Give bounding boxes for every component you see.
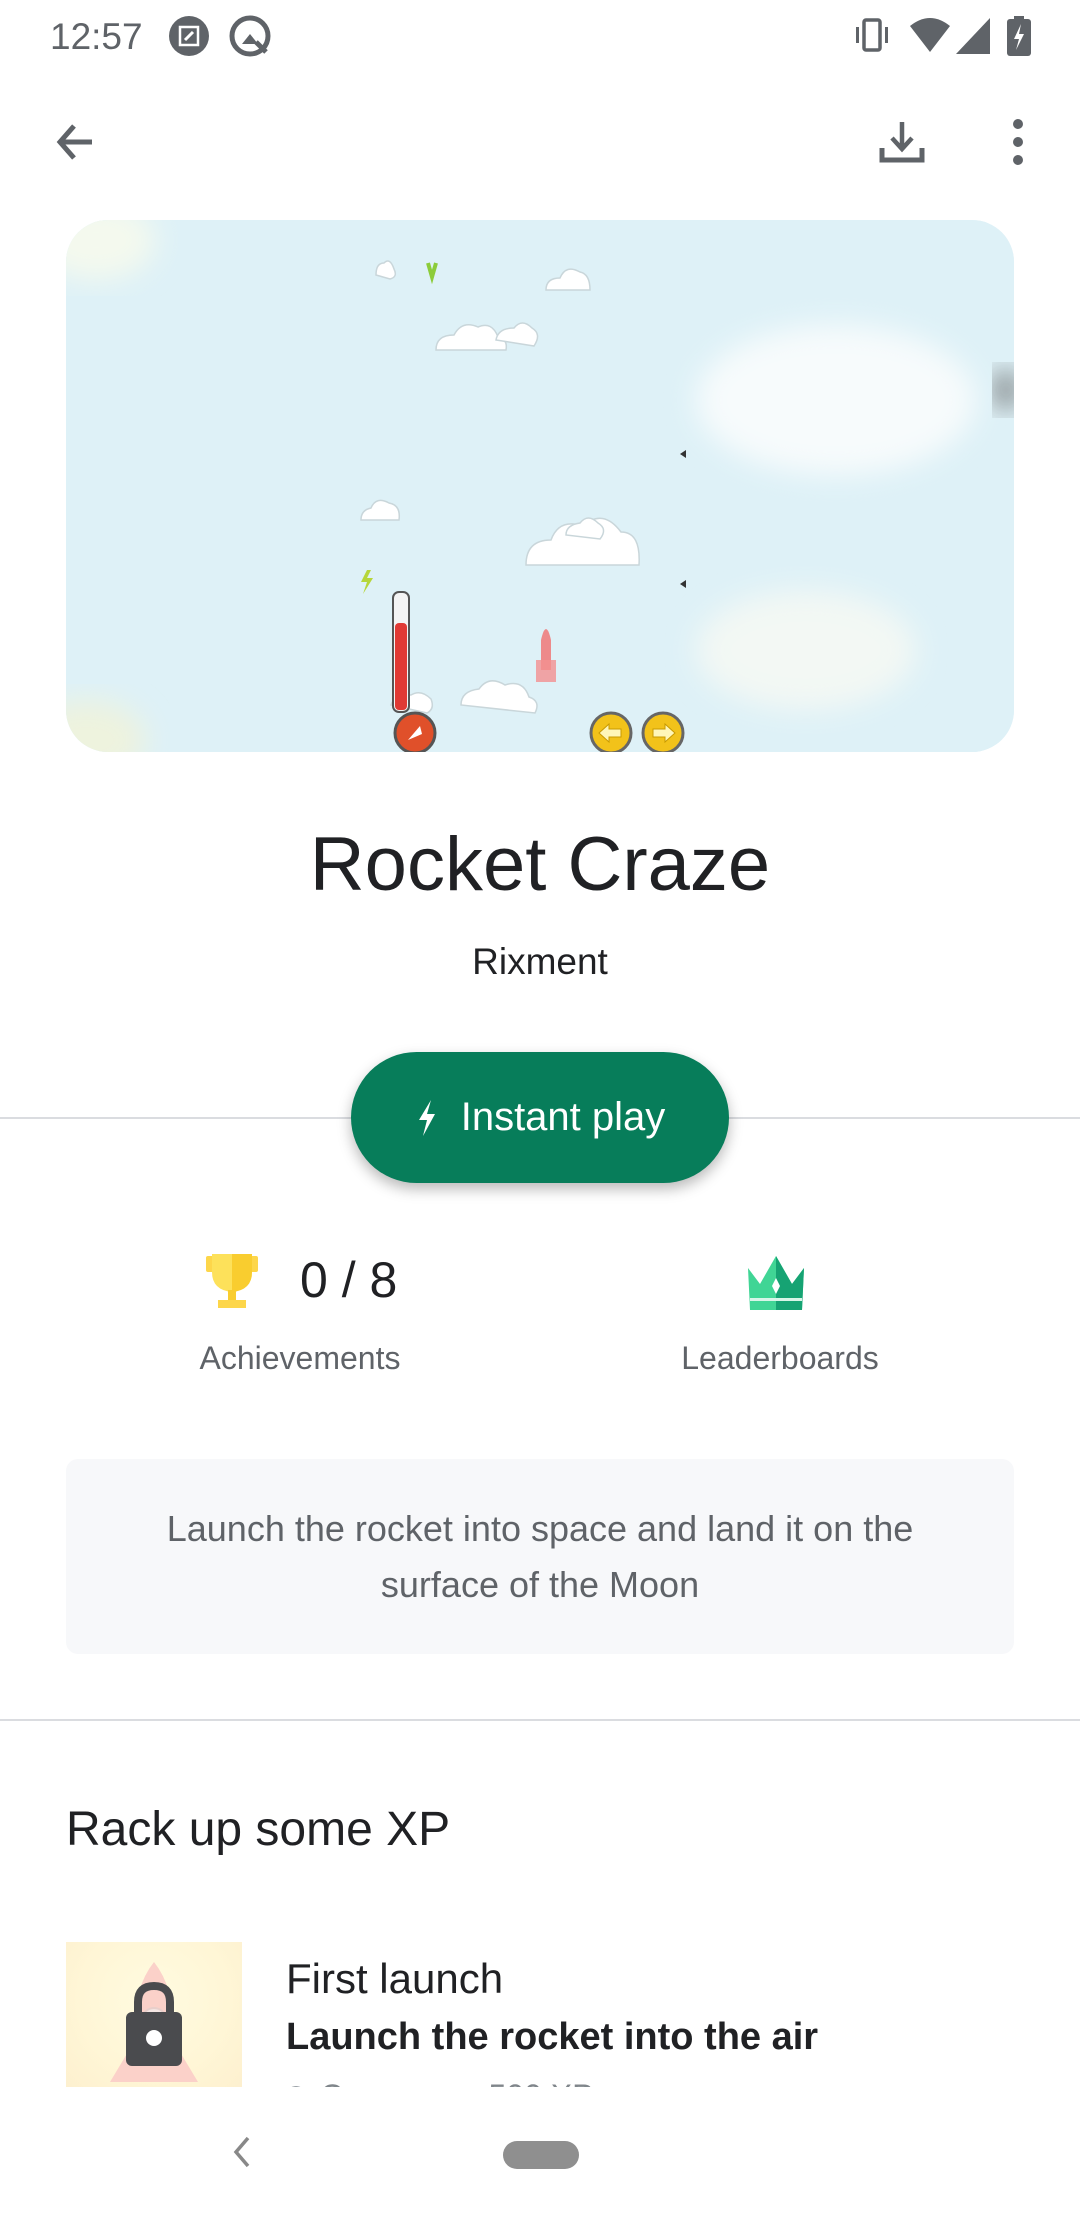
back-button[interactable] — [40, 106, 112, 178]
meta-separator: · — [464, 2076, 475, 2087]
achievement-name: First launch — [286, 1955, 504, 2002]
crown-icon — [746, 1254, 806, 1315]
achievements-stat[interactable]: 0 / 8 Achievements — [180, 1230, 540, 1380]
boost-control — [393, 711, 437, 752]
screenshot-edit-icon — [167, 14, 211, 58]
achievement-xp: 500 XP — [488, 2076, 593, 2087]
download-icon — [879, 122, 925, 163]
vibrate-icon — [850, 14, 894, 58]
rarity-dot-icon — [286, 2086, 306, 2087]
blurred-cloud — [696, 325, 976, 475]
blurred-cloud — [696, 590, 916, 710]
leaderboards-label: Leaderboards — [681, 1340, 879, 1376]
signal-icon — [952, 14, 996, 58]
achievement-rarity: Common — [320, 2076, 450, 2087]
game-description: Launch the rocket into space and land it… — [66, 1459, 1014, 1654]
download-button[interactable] — [866, 106, 938, 178]
xp-section-title: Rack up some XP — [66, 1803, 451, 1856]
battery-charging-icon — [1004, 14, 1048, 58]
achievements-count: 0 / 8 — [300, 1252, 398, 1308]
leaderboards-stat[interactable]: Leaderboards — [660, 1230, 900, 1380]
more-vert-icon — [1013, 119, 1023, 165]
nav-home-pill[interactable] — [503, 2141, 579, 2169]
fuel-level-fill — [395, 623, 407, 710]
developer-name[interactable]: Rixment — [0, 938, 1080, 986]
trophy-icon — [204, 1252, 260, 1317]
achievement-meta: Common · 500 XP — [286, 2072, 686, 2087]
right-control — [641, 711, 685, 752]
wifi-icon — [908, 14, 952, 58]
lightning-icon — [418, 1099, 435, 1136]
left-control — [589, 711, 633, 752]
achievement-thumbnail[interactable] — [66, 1942, 242, 2087]
status-time: 12:57 — [50, 16, 143, 57]
nav-back-icon — [233, 2136, 250, 2168]
achievements-label: Achievements — [199, 1340, 401, 1376]
achievement-description: Launch the rocket into the air — [286, 2016, 819, 2058]
game-screenshot[interactable] — [66, 220, 1014, 752]
game-title: Rocket Craze — [309, 822, 771, 907]
instant-play-button[interactable]: Instant play — [351, 1052, 729, 1183]
q-badge-icon — [228, 14, 272, 58]
nav-back-button[interactable] — [222, 2132, 262, 2172]
instant-play-label: Instant play — [460, 1095, 666, 1139]
arrow-back-icon — [56, 124, 92, 160]
more-options-button[interactable] — [982, 106, 1054, 178]
divider — [0, 1719, 1080, 1721]
